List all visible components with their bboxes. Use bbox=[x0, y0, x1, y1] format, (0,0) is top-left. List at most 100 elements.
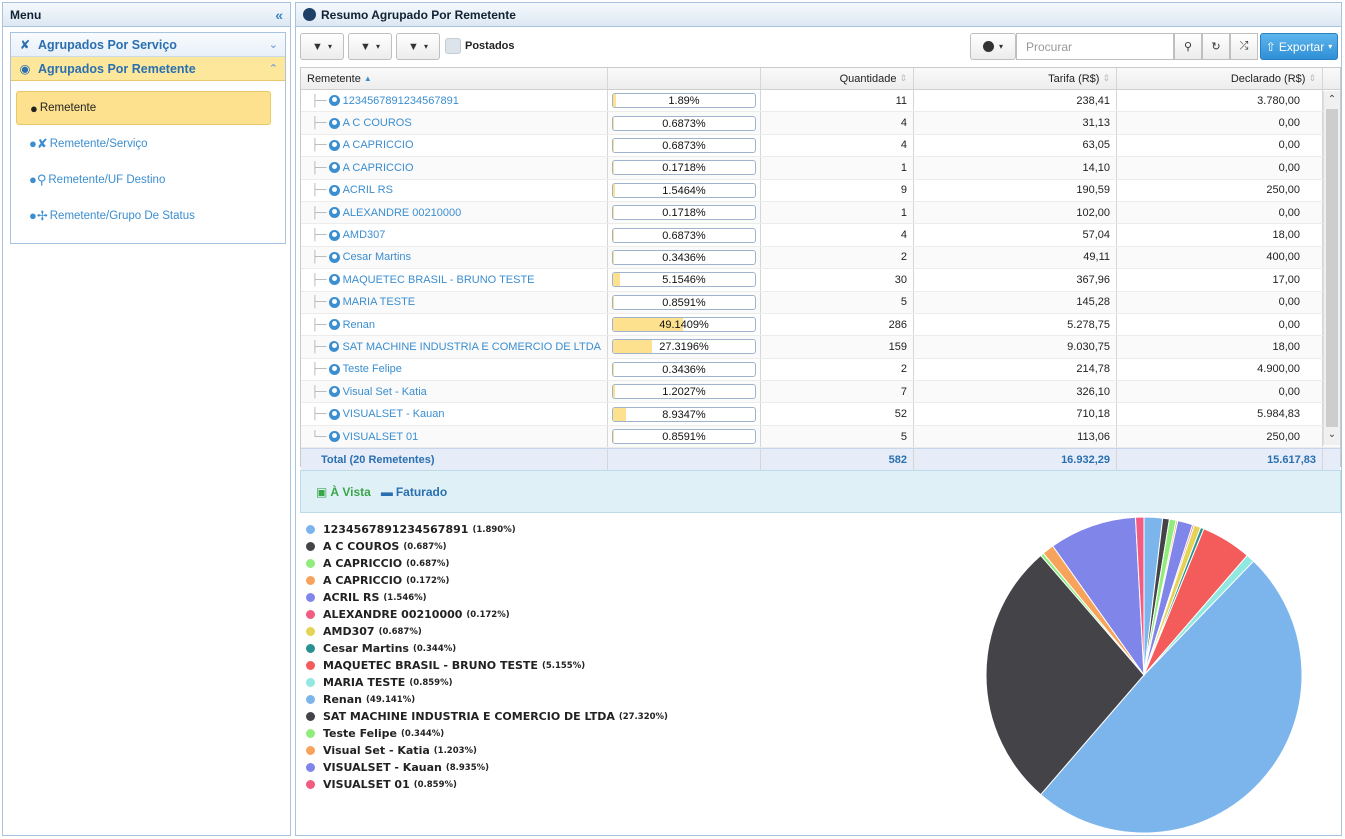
remetente-link[interactable]: MAQUETEC BRASIL - BRUNO TESTE bbox=[343, 274, 535, 286]
vertical-scrollbar[interactable]: ⌃ ⌄ bbox=[1323, 91, 1340, 445]
legend-item[interactable]: MAQUETEC BRASIL - BRUNO TESTE (5.155%) bbox=[306, 657, 668, 674]
accordion-agrupados-por-remetente[interactable]: ◉ Agrupados Por Remetente ⌃ bbox=[11, 57, 285, 81]
remetente-link[interactable]: Visual Set - Katia bbox=[343, 386, 427, 398]
legend-color-dot bbox=[306, 763, 315, 772]
menu-item-remetente-uf-destino[interactable]: ●⚲ Remetente/UF Destino bbox=[16, 163, 271, 197]
cell-percent: 27.3196% bbox=[608, 336, 761, 358]
filter-button-1[interactable]: ▼ ▾ bbox=[300, 33, 344, 60]
collapse-menu-icon[interactable]: « bbox=[275, 7, 283, 23]
percent-text: 0.6873% bbox=[662, 229, 706, 242]
remetente-link[interactable]: ALEXANDRE 00210000 bbox=[343, 207, 462, 219]
table-row[interactable]: ├─ A C COUROS 0.6873% 4 31,13 0,00 bbox=[301, 112, 1340, 135]
remetente-link[interactable]: MARIA TESTE bbox=[343, 296, 416, 308]
legend-item[interactable]: Cesar Martins (0.344%) bbox=[306, 640, 668, 657]
cell-remetente: ├─ ACRIL RS bbox=[301, 179, 608, 201]
remetente-link[interactable]: A CAPRICCIO bbox=[343, 162, 414, 174]
column-header-tarifa[interactable]: Tarifa (R$) ⇕ bbox=[914, 68, 1117, 89]
cell-tarifa: 49,11 bbox=[914, 246, 1117, 269]
menu-panel: Menu « ✘ Agrupados Por Serviço ⌄ ◉ Agrup… bbox=[2, 2, 291, 836]
table-row[interactable]: ├─ Teste Felipe 0.3436% 2 214,78 4.900,00 bbox=[301, 358, 1340, 382]
table-row[interactable]: ├─ Visual Set - Katia 1.2027% 7 326,10 0,00 bbox=[301, 381, 1340, 404]
grid-body: ├─ 1234567891234567891 1.89% 11 238,41 3.780,… bbox=[301, 90, 1340, 449]
scrollbar-thumb[interactable] bbox=[1326, 109, 1338, 427]
postados-checkbox[interactable] bbox=[445, 38, 461, 54]
cell-percent: 0.1718% bbox=[608, 157, 761, 179]
remetente-link[interactable]: Renan bbox=[343, 319, 375, 331]
column-header-quantidade[interactable]: Quantidade ⇕ bbox=[761, 68, 914, 89]
remetente-link[interactable]: ACRIL RS bbox=[343, 184, 393, 196]
cell-declarado: 0,00 bbox=[1117, 381, 1323, 403]
cell-quantidade: 4 bbox=[761, 112, 914, 134]
menu-item-remetente-grupo-status[interactable]: ●✢ Remetente/Grupo De Status bbox=[16, 199, 271, 233]
legend-item[interactable]: MARIA TESTE (0.859%) bbox=[306, 674, 668, 691]
legend-item[interactable]: SAT MACHINE INDUSTRIA E COMERCIO DE LTDA… bbox=[306, 708, 668, 725]
legend-item[interactable]: ALEXANDRE 00210000 (0.172%) bbox=[306, 606, 668, 623]
legend-item[interactable]: VISUALSET 01 (0.859%) bbox=[306, 776, 668, 793]
shuffle-icon[interactable]: ⤮ bbox=[1230, 33, 1258, 60]
column-header-remetente[interactable]: Remetente ▲ bbox=[301, 68, 608, 89]
legend-item[interactable]: 1234567891234567891 (1.890%) bbox=[306, 521, 668, 538]
legend-item[interactable]: Teste Felipe (0.344%) bbox=[306, 725, 668, 742]
postados-label: Postados bbox=[465, 40, 515, 52]
percent-bar: 0.3436% bbox=[612, 361, 756, 377]
table-row[interactable]: ├─ Cesar Martins 0.3436% 2 49,11 400,00 bbox=[301, 246, 1340, 270]
table-row[interactable]: ├─ 1234567891234567891 1.89% 11 238,41 3.780,… bbox=[301, 90, 1340, 113]
cell-quantidade: 52 bbox=[761, 403, 914, 425]
search-input[interactable]: Procurar bbox=[1016, 33, 1174, 60]
legend-item[interactable]: A CAPRICCIO (0.172%) bbox=[306, 572, 668, 589]
table-row[interactable]: ├─ MARIA TESTE 0.8591% 5 145,28 0,00 bbox=[301, 291, 1340, 314]
user-filter-dropdown[interactable]: ▾ bbox=[970, 33, 1016, 60]
scroll-down-icon[interactable]: ⌄ bbox=[1324, 429, 1340, 445]
remetente-link[interactable]: VISUALSET - Kauan bbox=[343, 408, 445, 420]
table-row[interactable]: └─ VISUALSET 01 0.8591% 5 113,06 250,00 bbox=[301, 425, 1340, 449]
legend-item[interactable]: ACRIL RS (1.546%) bbox=[306, 589, 668, 606]
legend-color-dot bbox=[306, 644, 315, 653]
column-header-declarado[interactable]: Declarado (R$) ⇕ bbox=[1117, 68, 1323, 89]
remetente-link[interactable]: A C COUROS bbox=[343, 117, 412, 129]
legend-label: MAQUETEC BRASIL - BRUNO TESTE bbox=[323, 659, 538, 672]
remetente-link[interactable]: 1234567891234567891 bbox=[343, 95, 459, 107]
filter-button-3[interactable]: ▼ ▾ bbox=[396, 33, 440, 60]
table-row[interactable]: ├─ A CAPRICCIO 0.6873% 4 63,05 0,00 bbox=[301, 134, 1340, 158]
menu-item-remetente-servico[interactable]: ●✘ Remetente/Serviço bbox=[16, 127, 271, 161]
remetente-link[interactable]: AMD307 bbox=[343, 229, 386, 241]
data-grid: Remetente ▲ Quantidade ⇕ Tarifa (R$) ⇕ Dec… bbox=[300, 67, 1341, 471]
table-row[interactable]: ├─ AMD307 0.6873% 4 57,04 18,00 bbox=[301, 224, 1340, 247]
cell-tarifa: 190,59 bbox=[914, 179, 1117, 201]
remetente-link[interactable]: Teste Felipe bbox=[343, 363, 402, 375]
table-row[interactable]: ├─ ALEXANDRE 00210000 0.1718% 1 102,00 0,00 bbox=[301, 201, 1340, 225]
legend-item[interactable]: VISUALSET - Kauan (8.935%) bbox=[306, 759, 668, 776]
table-row[interactable]: ├─ MAQUETEC BRASIL - BRUNO TESTE 5.1546% 30… bbox=[301, 269, 1340, 292]
scroll-up-icon[interactable]: ⌃ bbox=[1324, 94, 1340, 110]
legend-item[interactable]: AMD307 (0.687%) bbox=[306, 623, 668, 640]
legend-item[interactable]: Visual Set - Katia (1.203%) bbox=[306, 742, 668, 759]
legend-color-dot bbox=[306, 525, 315, 534]
table-row[interactable]: ├─ SAT MACHINE INDUSTRIA E COMERCIO DE LT… bbox=[301, 336, 1340, 359]
table-row[interactable]: ├─ Renan 49.1409% 286 5.278,75 0,00 bbox=[301, 313, 1340, 337]
cell-tarifa: 9.030,75 bbox=[914, 336, 1117, 358]
tree-branch: ├─ bbox=[311, 161, 327, 174]
percent-bar: 0.1718% bbox=[612, 160, 756, 176]
remetente-link[interactable]: Cesar Martins bbox=[343, 251, 411, 263]
accordion-agrupados-por-servico[interactable]: ✘ Agrupados Por Serviço ⌄ bbox=[11, 33, 285, 57]
legend-item[interactable]: A CAPRICCIO (0.687%) bbox=[306, 555, 668, 572]
export-button[interactable]: ⇧ Exportar ▾ bbox=[1260, 33, 1338, 60]
legend-item[interactable]: Renan (49.141%) bbox=[306, 691, 668, 708]
filter-button-2[interactable]: ▼ ▾ bbox=[348, 33, 392, 60]
remetente-link[interactable]: VISUALSET 01 bbox=[343, 431, 419, 443]
legend-item[interactable]: A C COUROS (0.687%) bbox=[306, 538, 668, 555]
user-icon bbox=[982, 41, 994, 52]
table-row[interactable]: ├─ ACRIL RS 1.5464% 9 190,59 250,00 bbox=[301, 179, 1340, 202]
user-icon: ● bbox=[30, 100, 38, 116]
search-icon[interactable]: ⚲ bbox=[1174, 33, 1202, 60]
table-row[interactable]: ├─ VISUALSET - Kauan 8.9347% 52 710,18 5.984,… bbox=[301, 403, 1340, 426]
cell-percent: 8.9347% bbox=[608, 403, 761, 425]
refresh-icon[interactable]: ↻ bbox=[1202, 33, 1230, 60]
tab-faturado[interactable]: ▬ Faturado bbox=[381, 485, 447, 499]
table-row[interactable]: ├─ A CAPRICCIO 0.1718% 1 14,10 0,00 bbox=[301, 157, 1340, 180]
remetente-link[interactable]: A CAPRICCIO bbox=[343, 139, 414, 151]
remetente-link[interactable]: SAT MACHINE INDUSTRIA E COMERCIO DE LTDA bbox=[342, 341, 601, 353]
menu-item-remetente[interactable]: ● Remetente bbox=[16, 91, 271, 125]
tab-a-vista[interactable]: ▣ À Vista bbox=[316, 485, 371, 499]
user-icon bbox=[328, 184, 340, 196]
